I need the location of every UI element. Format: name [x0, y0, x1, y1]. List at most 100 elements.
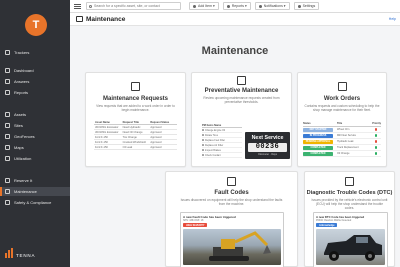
bell-icon	[258, 4, 262, 8]
maintenance-requests-card[interactable]: Maintenance Requests View requests that …	[85, 72, 186, 167]
status-badge: IN PROGRESS	[303, 133, 333, 138]
tenna-logo: TENNA	[5, 248, 35, 258]
table-cell: Need Hydraulic	[122, 125, 141, 129]
priority-indicator	[374, 140, 377, 143]
col-title: Title	[337, 122, 343, 125]
next-service-title: Next Service	[251, 135, 284, 141]
nav-icon	[5, 134, 10, 139]
table-cell: Approved	[150, 145, 162, 149]
search-input[interactable]: Search for a specific asset, site, or co…	[86, 2, 181, 10]
acknowledge-button[interactable]: Acknowledge	[316, 223, 338, 227]
avatar[interactable]: T	[25, 14, 47, 36]
table-cell: Tire Change	[122, 135, 137, 139]
priority-indicator	[374, 152, 377, 155]
maintenance-icon	[76, 16, 83, 22]
status-badge: COMPLETED	[303, 151, 333, 156]
fault-codes-card[interactable]: Fault Codes Issues discovered on equipme…	[165, 171, 298, 267]
table-cell: Approved	[150, 135, 162, 139]
card-description: Issues discovered on equipment will help…	[180, 198, 283, 206]
sidebar: T Trackers Dashboard Answers Reports Assets S…	[0, 0, 70, 267]
card-title: Preventative Maintenance	[204, 88, 279, 94]
help-link[interactable]: Help	[389, 17, 396, 21]
requests-icon	[131, 82, 140, 91]
work-orders-card[interactable]: Work Orders Contains requests and custom…	[297, 72, 387, 167]
user-area: T	[0, 0, 70, 40]
card-title: Work Orders	[323, 96, 361, 102]
page-header: Maintenance Help	[70, 13, 400, 26]
nav-icon	[5, 123, 10, 128]
table-cell: Ford F-150	[95, 145, 108, 149]
sidebar-item-label: Sites	[14, 123, 23, 128]
engine-icon	[227, 177, 236, 186]
reports-icon	[226, 4, 230, 8]
excavator-image	[183, 229, 281, 265]
table-cell: Cracked Windshield	[122, 140, 146, 144]
search-placeholder: Search for a specific asset, site, or co…	[94, 4, 160, 8]
fault-code-preview: A new Fault Code has been triggered SPN:…	[180, 212, 284, 267]
sidebar-item-trackers[interactable]: Trackers	[0, 48, 70, 57]
table-cell: JD310SG Excavator	[95, 125, 119, 129]
priority-indicator	[374, 134, 377, 137]
settings-button[interactable]: Settings	[293, 2, 320, 10]
sidebar-item-label: Dashboard	[14, 68, 34, 73]
requests-table: Asset Name Request Title Request Status JD3…	[94, 120, 177, 150]
nav-icon	[5, 200, 10, 205]
status-badge: COMPLETED	[303, 145, 333, 150]
excavator-graphic	[209, 231, 271, 261]
card-title: Maintenance Requests	[102, 96, 169, 102]
sidebar-item-sites[interactable]: Sites	[0, 121, 70, 130]
sidebar-item-maps[interactable]: Maps	[0, 143, 70, 152]
sidebar-item-assets[interactable]: Assets	[0, 110, 70, 119]
col-priority: Priority	[372, 122, 381, 125]
sidebar-item-maintenance[interactable]: Maintenance	[0, 187, 70, 196]
add-item-button[interactable]: Add Item ▾	[189, 2, 219, 10]
preventative-maintenance-card[interactable]: Preventative Maintenance Review upcoming…	[191, 72, 292, 167]
nav-icon	[5, 90, 10, 95]
sidebar-item-label: Maps	[14, 145, 24, 150]
table-cell: Approved	[150, 140, 162, 144]
sidebar-item-label: Answers	[14, 79, 30, 84]
nav-icon	[5, 145, 10, 150]
gear-icon	[297, 4, 301, 8]
truck-graphic	[324, 235, 382, 261]
work-order-title: Mill Fleet Service	[337, 134, 357, 137]
priority-indicator	[374, 146, 377, 149]
table-cell: Oil Leak	[122, 145, 133, 149]
reports-label: Reports	[231, 4, 245, 8]
work-orders-rows: NOT STARTED Wheel Chn IN PROGRESS Mill Flee…	[303, 127, 381, 157]
notifications-button[interactable]: Notifications ▾	[254, 2, 290, 10]
table-cell: Need Oil Change	[122, 130, 143, 134]
work-order-title: Track Replacement	[337, 146, 359, 149]
sidebar-item-reserve-it[interactable]: Reserve It	[0, 176, 70, 185]
nav-icon	[5, 178, 10, 183]
sidebar-item-label: Trackers	[14, 50, 30, 55]
card-description: Review upcoming maintenance requests cre…	[203, 96, 280, 104]
add-item-label: Add Item	[198, 4, 213, 8]
list-item: Check Coolant	[202, 153, 242, 158]
sidebar-item-label: Safety & Compliance	[14, 200, 52, 205]
logo-mark-icon	[5, 248, 14, 258]
sidebar-item-answers[interactable]: Answers	[0, 77, 70, 86]
sidebar-item-dashboard[interactable]: Dashboard	[0, 66, 70, 75]
pm-items-list: PM Items Name Change Engine Oil Rotate Ti…	[202, 124, 242, 158]
status-badge: PENDING APPROVAL	[303, 139, 333, 144]
sidebar-item-reports[interactable]: Reports	[0, 88, 70, 97]
sidebar-item-safety-compliance[interactable]: Safety & Compliance	[0, 198, 70, 207]
work-order-title: Oil Change	[337, 152, 350, 155]
status-badge: NOT STARTED	[303, 127, 333, 132]
search-icon	[89, 4, 92, 8]
reports-button[interactable]: Reports ▾	[222, 2, 251, 10]
nav-icon	[5, 50, 10, 55]
nav-icon	[5, 79, 10, 84]
sidebar-item-label: GeoFences	[14, 134, 35, 139]
sidebar-item-geofences[interactable]: GeoFences	[0, 132, 70, 141]
sidebar-item-label: Reserve It	[14, 178, 33, 183]
column-header: Request Status	[150, 120, 170, 124]
notifications-label: Notifications	[263, 4, 283, 8]
sidebar-item-label: Assets	[14, 112, 27, 117]
sidebar-item-utilization[interactable]: Utilization	[0, 154, 70, 163]
card-description: Contains requests and custom scheduling …	[304, 104, 380, 112]
alert-subtitle: SPN: 4364 FMI: 18	[183, 219, 204, 222]
menu-icon[interactable]	[74, 3, 81, 9]
dtc-card[interactable]: Diagnostic Trouble Codes (DTC) Issues pr…	[304, 171, 395, 267]
